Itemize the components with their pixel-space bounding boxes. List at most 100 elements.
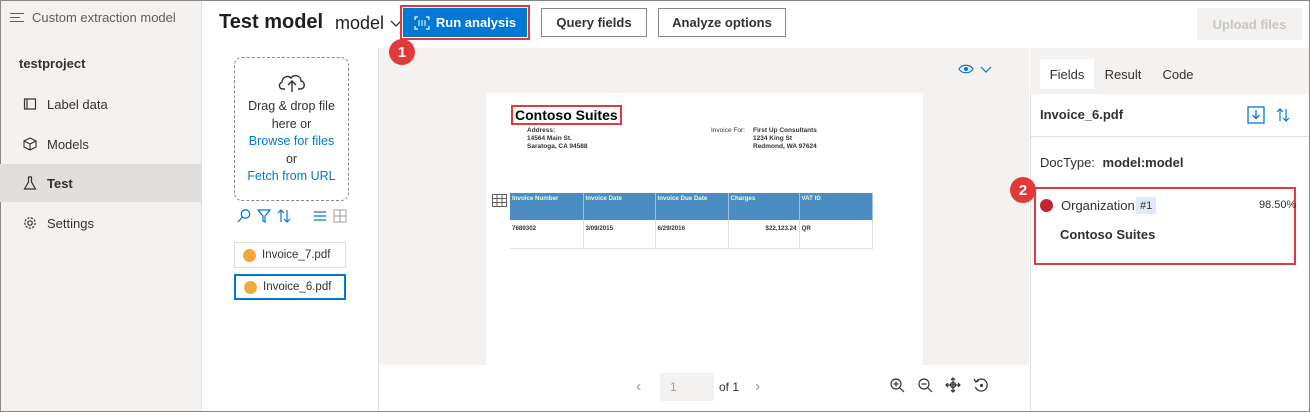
run-analysis-button[interactable]: Run analysis <box>400 5 530 40</box>
sort-icon[interactable] <box>276 208 292 224</box>
tab-result[interactable]: Result <box>1096 59 1150 89</box>
page-count: of 1 <box>719 380 740 394</box>
invoice-for-line: Redmond, WA 97624 <box>753 143 817 150</box>
scan-icon <box>414 15 430 30</box>
table-row: 7689302 3/09/2015 6/29/2016 $22,123.24 Q… <box>510 220 873 249</box>
model-select-value: model <box>335 13 385 33</box>
sidebar-item-label: Models <box>47 136 89 152</box>
invoice-for-label: Invoice For: <box>711 127 745 134</box>
field-color-dot <box>1040 199 1053 212</box>
doctype-row: DocType: model:model <box>1040 155 1183 170</box>
file-list-tools <box>236 208 292 224</box>
file-name: Invoice_6.pdf <box>263 281 332 293</box>
label-icon <box>23 98 37 110</box>
selected-file-name: Invoice_6.pdf <box>1040 107 1124 122</box>
invoice-table: Invoice Number Invoice Date Invoice Due … <box>510 193 873 249</box>
view-toggle <box>312 208 348 224</box>
previous-page-icon[interactable]: ‹ <box>636 378 641 396</box>
field-tag: #1 <box>1136 197 1157 214</box>
status-dot <box>243 248 256 262</box>
callout-badge-2: 2 <box>1010 177 1036 203</box>
doctype-value: model:model <box>1102 155 1184 170</box>
dropzone-text-2: here or <box>271 116 312 131</box>
table-header: VAT ID <box>799 193 873 220</box>
query-fields-button[interactable]: Query fields <box>541 8 647 37</box>
next-page-icon[interactable]: › <box>755 378 760 396</box>
sidebar-item-models[interactable]: Models <box>0 125 201 163</box>
document-title-highlight[interactable]: Contoso Suites <box>511 105 622 125</box>
address-block: Address: 14564 Main St. Saratoga, CA 945… <box>527 127 587 151</box>
analyze-options-button[interactable]: Analyze options <box>658 8 786 37</box>
table-header: Charges <box>728 193 800 220</box>
sidebar-item-test[interactable]: Test <box>0 164 201 202</box>
file-dropzone[interactable]: Drag & drop file here or Browse for file… <box>234 57 349 201</box>
browse-files-link[interactable]: Browse for files <box>235 133 348 151</box>
sort-icon[interactable] <box>1276 107 1290 123</box>
chevron-down-icon <box>390 20 402 27</box>
table-cell: $22,123.24 <box>728 220 800 249</box>
table-cell: QR <box>799 220 873 249</box>
file-name: Invoice_7.pdf <box>262 249 331 261</box>
sidebar-item-settings[interactable]: Settings <box>0 204 201 242</box>
invoice-for-block: First Up Consultants 1234 King St Redmon… <box>753 127 817 151</box>
eye-icon <box>958 64 974 74</box>
cube-icon <box>23 137 37 151</box>
invoice-for-name: First Up Consultants <box>753 127 817 134</box>
grid-view-icon[interactable] <box>332 208 348 224</box>
doctype-label: DocType: <box>1040 155 1095 170</box>
dropzone-or: or <box>285 151 298 166</box>
viewer-toolbar <box>379 48 1029 93</box>
file-item-selected[interactable]: Invoice_6.pdf <box>234 274 346 300</box>
sidebar-item-label: Settings <box>47 215 94 231</box>
app-title: Custom extraction model <box>32 10 176 25</box>
upload-files-button[interactable]: Upload files <box>1197 8 1302 40</box>
filter-icon[interactable] <box>256 208 272 224</box>
table-cell: 3/09/2015 <box>583 220 656 249</box>
fit-page-icon[interactable] <box>945 377 961 393</box>
address-line: Saratoga, CA 94588 <box>527 143 588 150</box>
run-analysis-label: Run analysis <box>435 15 517 30</box>
menu-icon[interactable] <box>10 12 24 23</box>
rotate-icon[interactable] <box>973 377 989 393</box>
project-name: testproject <box>19 56 86 71</box>
table-icon[interactable] <box>492 194 507 207</box>
dropzone-text-1: Drag & drop file <box>248 99 335 113</box>
flask-icon <box>23 176 37 190</box>
gear-icon <box>24 217 36 229</box>
field-value: Contoso Suites <box>1060 227 1156 242</box>
cloud-upload-icon <box>278 74 305 92</box>
table-header: Invoice Date <box>583 193 656 220</box>
table-cell: 6/29/2016 <box>655 220 729 249</box>
zoom-in-icon[interactable] <box>889 377 905 393</box>
page-title: Test model <box>219 11 324 33</box>
tab-fields[interactable]: Fields <box>1040 59 1094 89</box>
status-dot <box>244 280 257 294</box>
zoom-tools <box>889 377 989 393</box>
callout-badge-1: 1 <box>389 39 415 65</box>
field-confidence: 98.50% <box>1259 199 1297 211</box>
fetch-url-link[interactable]: Fetch from URL <box>235 168 348 186</box>
chevron-down-icon <box>980 66 992 73</box>
divider <box>1030 136 1309 137</box>
sidebar-item-label-data[interactable]: Label data <box>0 85 201 123</box>
app-header[interactable]: Custom extraction model <box>10 10 176 25</box>
panel-actions <box>1246 105 1290 125</box>
table-header: Invoice Due Date <box>655 193 729 220</box>
tab-code[interactable]: Code <box>1153 59 1203 89</box>
download-icon[interactable] <box>1246 105 1266 125</box>
search-icon[interactable] <box>236 208 252 224</box>
zoom-out-icon[interactable] <box>917 377 933 393</box>
sidebar-item-label: Label data <box>47 96 108 112</box>
page-number-input[interactable]: 1 <box>660 373 714 401</box>
model-select[interactable]: model <box>335 13 402 34</box>
table-header: Invoice Number <box>510 193 584 220</box>
field-name: Organization <box>1061 198 1135 213</box>
invoice-for-line: 1234 King St <box>753 135 793 142</box>
address-line: 14564 Main St. <box>527 135 572 142</box>
sidebar-item-label: Test <box>47 175 73 191</box>
file-item[interactable]: Invoice_7.pdf <box>234 242 346 268</box>
visibility-toggle[interactable] <box>958 63 992 75</box>
table-cell: 7689302 <box>510 220 584 249</box>
list-view-icon[interactable] <box>312 208 328 224</box>
address-label: Address: <box>527 127 556 134</box>
